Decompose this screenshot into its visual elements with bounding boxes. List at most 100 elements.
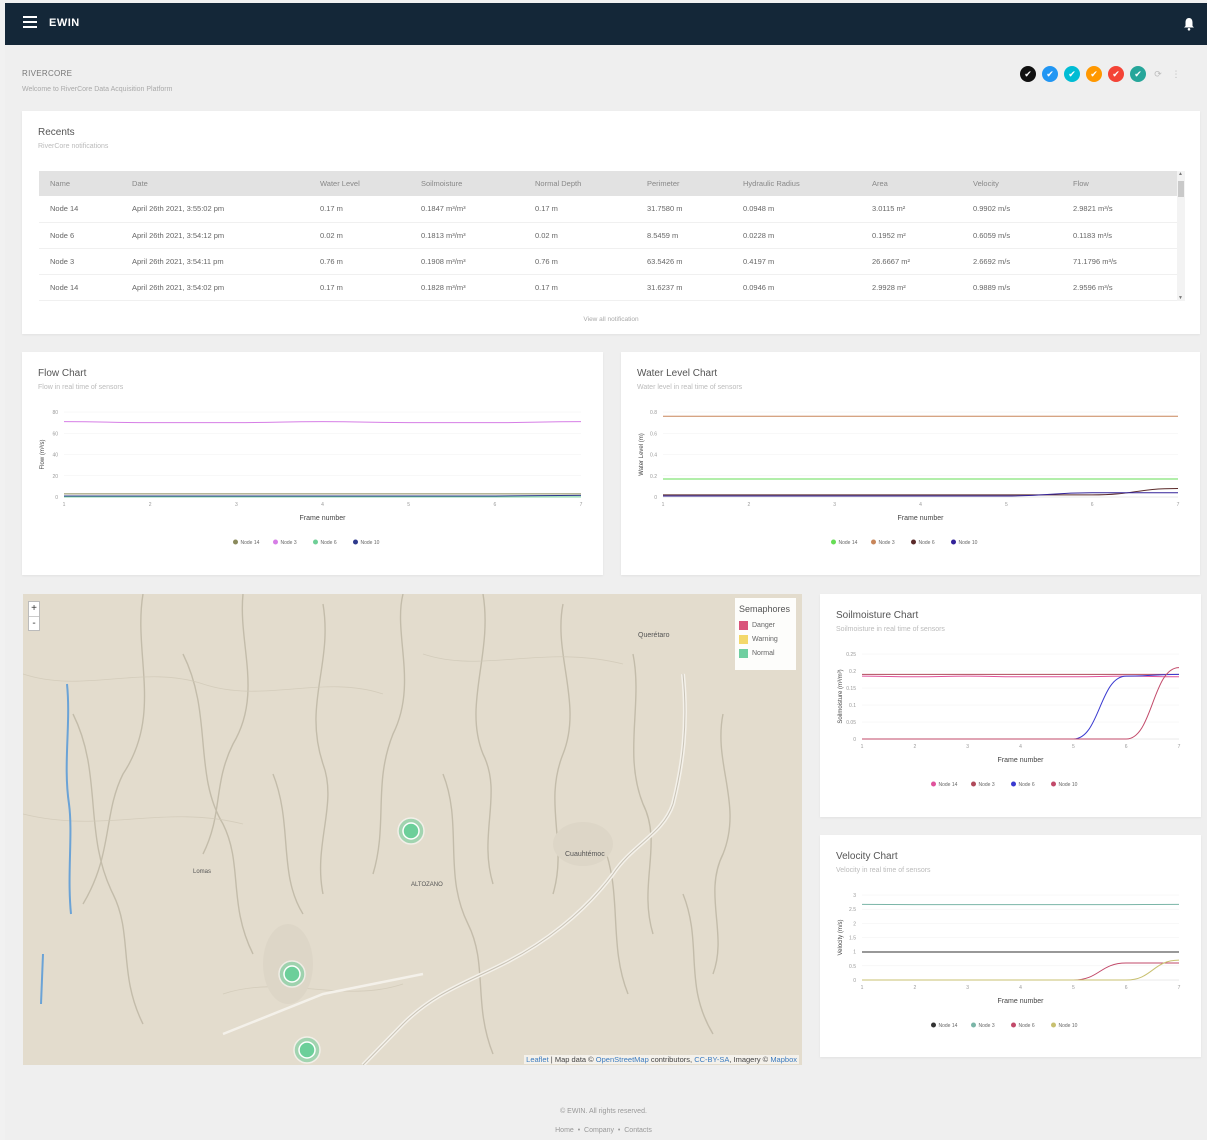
x-tick-label: 2 xyxy=(913,985,916,991)
footer-link-contacts[interactable]: Contacts xyxy=(624,1127,652,1134)
y-tick-label: 0.1 xyxy=(849,703,856,709)
soilmoisture-chart: 0 0.05 0.1 0.15 0.2 0.25 1 2 3 4 5 6 7 Frame number So… xyxy=(838,652,1181,788)
y-tick-label: 3 xyxy=(853,893,856,899)
table-cell: Node 3 xyxy=(39,248,121,275)
table-cell: Node 6 xyxy=(39,222,121,249)
recents-title: Recents xyxy=(38,127,75,138)
legend-label: Node 10 xyxy=(1059,782,1078,788)
zoom-in-button[interactable]: + xyxy=(29,602,39,616)
x-tick-label: 6 xyxy=(1091,502,1094,508)
column-header: Water Level xyxy=(309,171,410,196)
legend-label: Node 10 xyxy=(361,540,380,546)
x-tick-label: 4 xyxy=(1019,985,1022,991)
x-tick-label: 3 xyxy=(966,985,969,991)
legend-label: Node 6 xyxy=(1019,1023,1035,1029)
x-tick-label: 2 xyxy=(149,502,152,508)
y-tick-label: 0.4 xyxy=(650,453,657,459)
theme-swatch-black[interactable]: ✔ xyxy=(1020,66,1036,82)
sensor-map[interactable]: Querétaro Cuauhtémoc ALTOZANO Lomas + - … xyxy=(23,594,802,1065)
table-cell: 2.9928 m² xyxy=(861,274,962,301)
check-icon: ✔ xyxy=(1068,68,1076,79)
x-tick-label: 6 xyxy=(493,502,496,508)
footer-copyright: © EWIN. All rights reserved. xyxy=(560,1108,647,1115)
legend-label: Node 10 xyxy=(1059,1023,1078,1029)
legend-marker xyxy=(233,539,238,545)
column-header: Name xyxy=(39,171,121,196)
column-header: Flow xyxy=(1062,171,1177,196)
y-axis-label: Water Level (m) xyxy=(639,433,645,475)
semaphores-legend: Semaphores Danger Warning Normal xyxy=(735,598,796,670)
leaflet-link[interactable]: Leaflet xyxy=(526,1055,549,1064)
map-label-cuauhtemoc: Cuauhtémoc xyxy=(565,851,605,858)
y-tick-label: 0.15 xyxy=(846,686,856,692)
theme-swatch-cyan[interactable]: ✔ xyxy=(1064,66,1080,82)
refresh-icon[interactable]: ⟳ xyxy=(1152,66,1164,82)
table-scrollbar[interactable]: ▲ ▼ xyxy=(1177,171,1185,301)
table-cell: 0.02 m xyxy=(309,222,410,249)
velocity-chart-subtitle: Velocity in real time of sensors xyxy=(836,867,931,874)
bell-icon[interactable] xyxy=(1183,17,1195,31)
theme-swatch-blue[interactable]: ✔ xyxy=(1042,66,1058,82)
x-tick-label: 7 xyxy=(1178,744,1181,750)
series-line xyxy=(63,421,582,424)
legend-marker xyxy=(831,539,836,545)
water-level-chart-title: Water Level Chart xyxy=(637,368,718,379)
legend-label: Node 14 xyxy=(839,540,858,546)
cc-link[interactable]: CC-BY-SA xyxy=(694,1055,729,1064)
hamburger-menu-icon[interactable] xyxy=(23,16,37,30)
table-cell: 3.0115 m² xyxy=(861,196,962,223)
view-all-notifications-link[interactable]: View all notification xyxy=(22,316,1200,323)
mapbox-link[interactable]: Mapbox xyxy=(770,1055,797,1064)
y-tick-label: 0 xyxy=(853,737,856,743)
x-tick-label: 1 xyxy=(662,502,665,508)
y-tick-label: 60 xyxy=(52,431,58,437)
theme-swatch-orange[interactable]: ✔ xyxy=(1086,66,1102,82)
y-tick-label: 0.2 xyxy=(849,669,856,675)
x-tick-label: 4 xyxy=(1019,744,1022,750)
osm-link[interactable]: OpenStreetMap xyxy=(596,1055,649,1064)
legend-marker xyxy=(353,539,358,545)
x-tick-label: 1 xyxy=(861,744,864,750)
table-row[interactable]: Node 14 April 26th 2021, 3:54:02 pm 0.17 m… xyxy=(39,274,1177,301)
x-tick-label: 2 xyxy=(913,744,916,750)
map-attribution: Leaflet | Map data © OpenStreetMap contr… xyxy=(524,1055,799,1064)
legend-label: Node 3 xyxy=(879,540,895,546)
footer-link-home[interactable]: Home xyxy=(555,1127,574,1134)
table-cell: 0.6059 m/s xyxy=(962,222,1062,249)
map-label-altozano: ALTOZANO xyxy=(411,882,443,888)
table-row[interactable]: Node 14 April 26th 2021, 3:55:02 pm 0.17 m… xyxy=(39,196,1177,223)
recents-subtitle: RiverCore notifications xyxy=(38,143,109,150)
table-cell: 0.9902 m/s xyxy=(962,196,1062,223)
series-line xyxy=(63,494,582,497)
danger-swatch xyxy=(739,620,748,630)
table-row[interactable]: Node 3 April 26th 2021, 3:54:11 pm 0.76 m0… xyxy=(39,248,1177,275)
theme-swatch-red[interactable]: ✔ xyxy=(1108,66,1124,82)
legend-item-warning: Warning xyxy=(739,632,792,646)
table-cell: 8.5459 m xyxy=(636,222,732,249)
y-tick-label: 0.05 xyxy=(846,720,856,726)
legend-marker xyxy=(951,539,956,545)
attribution-text: , Imagery © xyxy=(729,1055,771,1064)
theme-swatch-teal[interactable]: ✔ xyxy=(1130,66,1146,82)
scroll-down-icon[interactable]: ▼ xyxy=(1178,295,1183,301)
scrollbar-thumb[interactable] xyxy=(1178,181,1184,197)
map-label-lomas: Lomas xyxy=(193,869,212,875)
zoom-out-button[interactable]: - xyxy=(29,616,39,630)
water-level-chart-card: Water Level Chart Water level in real ti… xyxy=(621,352,1200,575)
x-tick-label: 5 xyxy=(1005,502,1008,508)
legend-label: Danger xyxy=(752,621,775,629)
velocity-chart-title: Velocity Chart xyxy=(836,851,898,862)
legend-marker xyxy=(971,781,976,787)
table-cell: 2.9596 m³/s xyxy=(1062,274,1177,301)
scroll-up-icon[interactable]: ▲ xyxy=(1178,171,1183,177)
column-header: Date xyxy=(121,171,309,196)
map-label-queretaro: Querétaro xyxy=(638,632,670,639)
table-row[interactable]: Node 6 April 26th 2021, 3:54:12 pm 0.02 m0… xyxy=(39,222,1177,249)
table-cell: Node 14 xyxy=(39,196,121,223)
check-icon: ✔ xyxy=(1046,68,1054,79)
y-tick-label: 2 xyxy=(853,921,856,927)
legend-label: Node 6 xyxy=(919,540,935,546)
more-vert-icon[interactable]: ⋮ xyxy=(1170,66,1182,82)
check-icon: ✔ xyxy=(1134,68,1142,79)
footer-link-company[interactable]: Company xyxy=(584,1127,614,1134)
